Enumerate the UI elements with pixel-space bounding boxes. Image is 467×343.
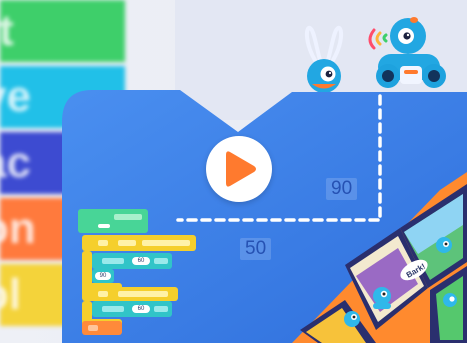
dot-robot-icon (304, 25, 344, 93)
dash-robot (362, 6, 454, 94)
sound-block[interactable] (82, 321, 122, 335)
move-block-2[interactable]: 60 (92, 301, 172, 317)
turn-value[interactable]: 90 (95, 272, 111, 280)
dash-robot-icon (368, 17, 446, 88)
code-block-stack: 60 90 60 (78, 205, 208, 343)
dot-robot (298, 22, 350, 93)
repeat-block[interactable] (82, 235, 196, 251)
measurement-horizontal: 50 (240, 238, 272, 260)
move-value-1[interactable]: 60 (132, 257, 150, 265)
app-promo-screen: rt ve ac on ol 90 50 (0, 0, 467, 343)
measurement-vertical: 90 (326, 178, 358, 200)
move-block-1[interactable]: 60 (92, 253, 172, 269)
play-button[interactable] (206, 136, 272, 202)
play-triangle-icon (226, 151, 256, 187)
repeat-block-2[interactable] (82, 287, 178, 301)
move-value-2[interactable]: 60 (132, 305, 150, 313)
turn-block[interactable]: 90 (92, 269, 114, 283)
start-block[interactable] (78, 209, 148, 233)
